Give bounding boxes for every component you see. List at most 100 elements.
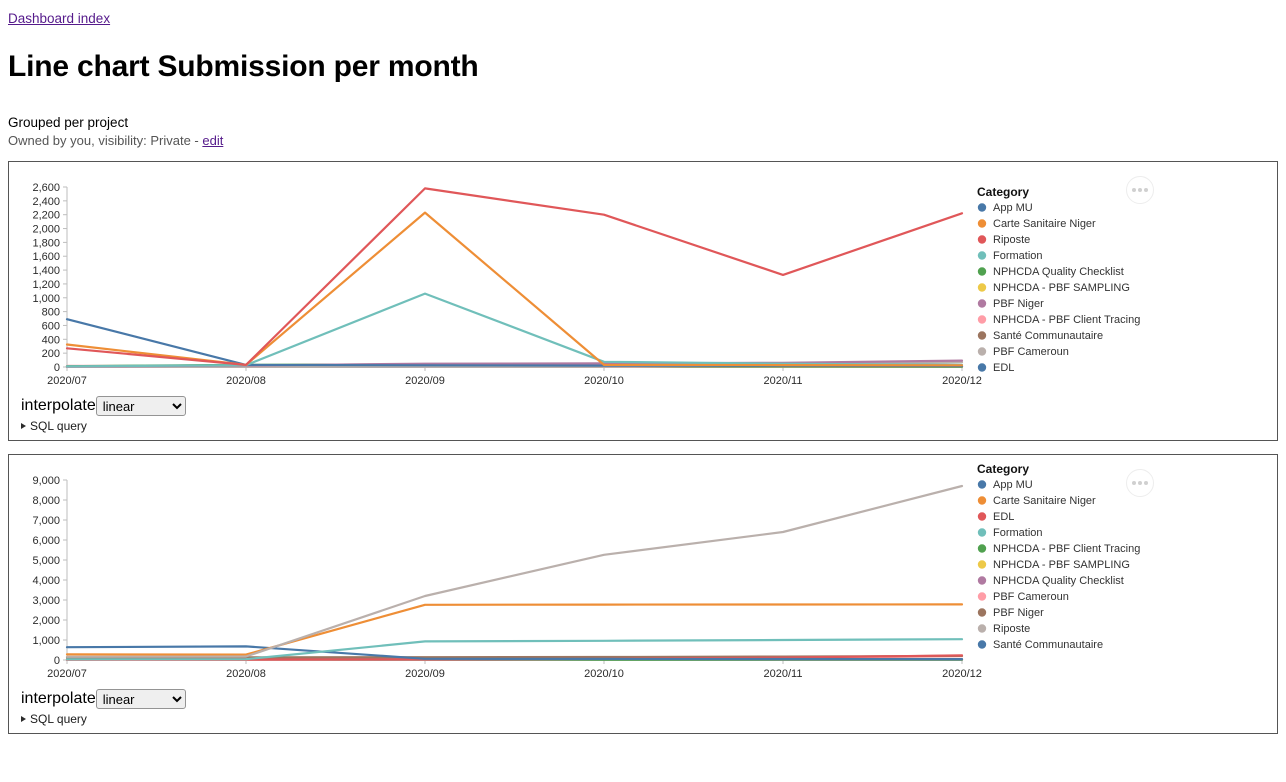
x-axis-tick-label: 2020/12 <box>942 668 982 680</box>
y-axis-tick-label: 4,000 <box>32 575 60 587</box>
legend-swatch[interactable] <box>977 511 987 521</box>
legend-swatch[interactable] <box>977 234 987 244</box>
chart-2-sql-query-toggle[interactable]: SQL query <box>21 712 1277 726</box>
legend-swatch[interactable] <box>977 543 987 553</box>
legend-swatch[interactable] <box>977 298 987 308</box>
chart-1-interpolate-row: interpolate linear <box>21 395 1277 416</box>
y-axis-tick-label: 2,000 <box>32 223 60 235</box>
legend-item-label[interactable]: EDL <box>993 511 1014 523</box>
y-axis-tick-label: 1,000 <box>32 635 60 647</box>
legend-item-label[interactable]: NPHCDA - PBF Client Tracing <box>993 314 1140 326</box>
y-axis-tick-label: 1,600 <box>32 251 60 263</box>
legend-item-label[interactable]: App MU <box>993 202 1033 214</box>
chart-1-interpolate-select[interactable]: linear <box>95 395 186 416</box>
x-axis-tick-label: 2020/11 <box>764 375 803 387</box>
legend-item-label[interactable]: Riposte <box>993 623 1030 635</box>
series-line <box>65 484 964 658</box>
legend-title: Category <box>977 462 1029 476</box>
legend-item-label[interactable]: EDL <box>993 362 1014 374</box>
legend-item-label[interactable]: Carte Sanitaire Niger <box>993 495 1096 507</box>
x-axis-tick-label: 2020/11 <box>764 668 803 680</box>
chart-2-canvas: 0 1,000 2,000 3,000 4,000 5,000 6,000 7,000 8,00… <box>9 455 1277 692</box>
chart-2-interpolate-row: interpolate linear <box>21 688 1277 709</box>
y-axis-tick-label: 800 <box>42 306 60 318</box>
y-axis-tick-label: 2,200 <box>32 209 60 221</box>
chart-2-svg: 0 1,000 2,000 3,000 4,000 5,000 6,000 7,000 8,00… <box>32 462 1140 680</box>
page-title: Line chart Submission per month <box>8 50 479 83</box>
legend-swatch[interactable] <box>977 314 987 324</box>
page-subtitle: Grouped per project <box>8 114 129 130</box>
legend-swatch[interactable] <box>977 559 987 569</box>
y-axis-tick-label: 200 <box>42 348 60 360</box>
x-axis-tick-label: 2020/09 <box>405 668 445 680</box>
chart-1-menu-button[interactable] <box>1126 175 1154 204</box>
legend-item-label[interactable]: NPHCDA Quality Checklist <box>993 575 1124 587</box>
y-axis-tick-label: 3,000 <box>32 595 60 607</box>
legend-title: Category <box>977 185 1029 199</box>
ownership-meta: Owned by you, visibility: Private - edit <box>8 133 1278 148</box>
chart-1-sql-query-label: SQL query <box>30 418 87 433</box>
y-axis-tick-label: 8,000 <box>32 495 60 507</box>
ownership-text: Owned by you, visibility: Private - <box>8 132 203 148</box>
chart-2-controls: interpolate linear SQL query <box>9 687 1277 726</box>
dot-2 <box>1138 480 1142 485</box>
x-axis-tick-label: 2020/10 <box>584 668 624 680</box>
legend-swatch[interactable] <box>977 591 987 601</box>
legend-swatch[interactable] <box>977 218 987 228</box>
chart-1-sql-query-toggle[interactable]: SQL query <box>21 419 1277 433</box>
legend-item-label[interactable]: NPHCDA Quality Checklist <box>993 266 1124 278</box>
disclosure-triangle-icon <box>21 422 26 429</box>
edit-link[interactable]: edit <box>202 133 223 148</box>
legend-swatch[interactable] <box>977 250 987 260</box>
x-axis-tick-label: 2020/12 <box>942 375 982 387</box>
y-axis-tick-label: 2,000 <box>32 615 60 627</box>
chart-1-canvas: 0 200 400 600 800 1,000 1,200 1,400 1,600 1,800 2,… <box>9 162 1277 399</box>
legend-item-label[interactable]: PBF Cameroun <box>993 591 1069 603</box>
legend-swatch[interactable] <box>977 639 987 649</box>
legend-item-label[interactable]: Carte Sanitaire Niger <box>993 218 1096 230</box>
chart-card-2: 0 1,000 2,000 3,000 4,000 5,000 6,000 7,000 8,00… <box>8 453 1278 734</box>
legend-swatch[interactable] <box>977 479 987 489</box>
legend-item-label[interactable]: Formation <box>993 527 1043 539</box>
y-axis-tick-label: 9,000 <box>32 475 60 487</box>
y-axis-tick-label: 0 <box>54 362 60 374</box>
legend-swatch[interactable] <box>977 623 987 633</box>
chart-2-menu-button[interactable] <box>1126 468 1154 497</box>
y-axis-tick-label: 6,000 <box>32 535 60 547</box>
legend-item-label[interactable]: Santé Communautaire <box>993 639 1103 651</box>
series-line <box>65 210 964 366</box>
chart-2-area: 0 1,000 2,000 3,000 4,000 5,000 6,000 7,000 8,00… <box>9 455 1277 687</box>
x-axis-tick-label: 2020/07 <box>47 668 87 680</box>
legend-swatch[interactable] <box>977 495 987 505</box>
legend-item-label[interactable]: PBF Cameroun <box>993 346 1069 358</box>
legend-item-label[interactable]: NPHCDA - PBF SAMPLING <box>993 282 1130 294</box>
chart-2-interpolate-select[interactable]: linear <box>95 688 186 709</box>
legend-swatch[interactable] <box>977 202 987 212</box>
legend-swatch[interactable] <box>977 346 987 356</box>
legend-swatch[interactable] <box>977 607 987 617</box>
dot-1 <box>1132 480 1136 485</box>
legend-item-label[interactable]: Santé Communautaire <box>993 330 1103 342</box>
legend-swatch[interactable] <box>977 282 987 292</box>
legend-item-label[interactable]: PBF Niger <box>993 607 1044 619</box>
legend-swatch[interactable] <box>977 527 987 537</box>
legend-swatch[interactable] <box>977 575 987 585</box>
x-axis-tick-label: 2020/09 <box>405 375 445 387</box>
legend-item-label[interactable]: NPHCDA - PBF Client Tracing <box>993 543 1140 555</box>
legend-swatch[interactable] <box>977 266 987 276</box>
x-axis-tick-label: 2020/08 <box>226 375 266 387</box>
dot-1 <box>1132 187 1136 192</box>
legend-swatch[interactable] <box>977 330 987 340</box>
legend-item-label[interactable]: Riposte <box>993 234 1030 246</box>
legend-item-label[interactable]: Formation <box>993 250 1043 262</box>
chart-1-controls: interpolate linear SQL query <box>9 394 1277 433</box>
y-axis-tick-label: 1,200 <box>32 278 60 290</box>
legend-item-label[interactable]: App MU <box>993 479 1033 491</box>
chart-2-interpolate-label: interpolate <box>21 689 96 707</box>
y-axis-tick-label: 1,400 <box>32 265 60 277</box>
legend-item-label[interactable]: NPHCDA - PBF SAMPLING <box>993 559 1130 571</box>
legend-item-label[interactable]: PBF Niger <box>993 298 1044 310</box>
legend-swatch[interactable] <box>977 362 987 372</box>
x-axis-tick-label: 2020/10 <box>584 375 624 387</box>
breadcrumb-dashboard-index[interactable]: Dashboard index <box>8 11 110 26</box>
